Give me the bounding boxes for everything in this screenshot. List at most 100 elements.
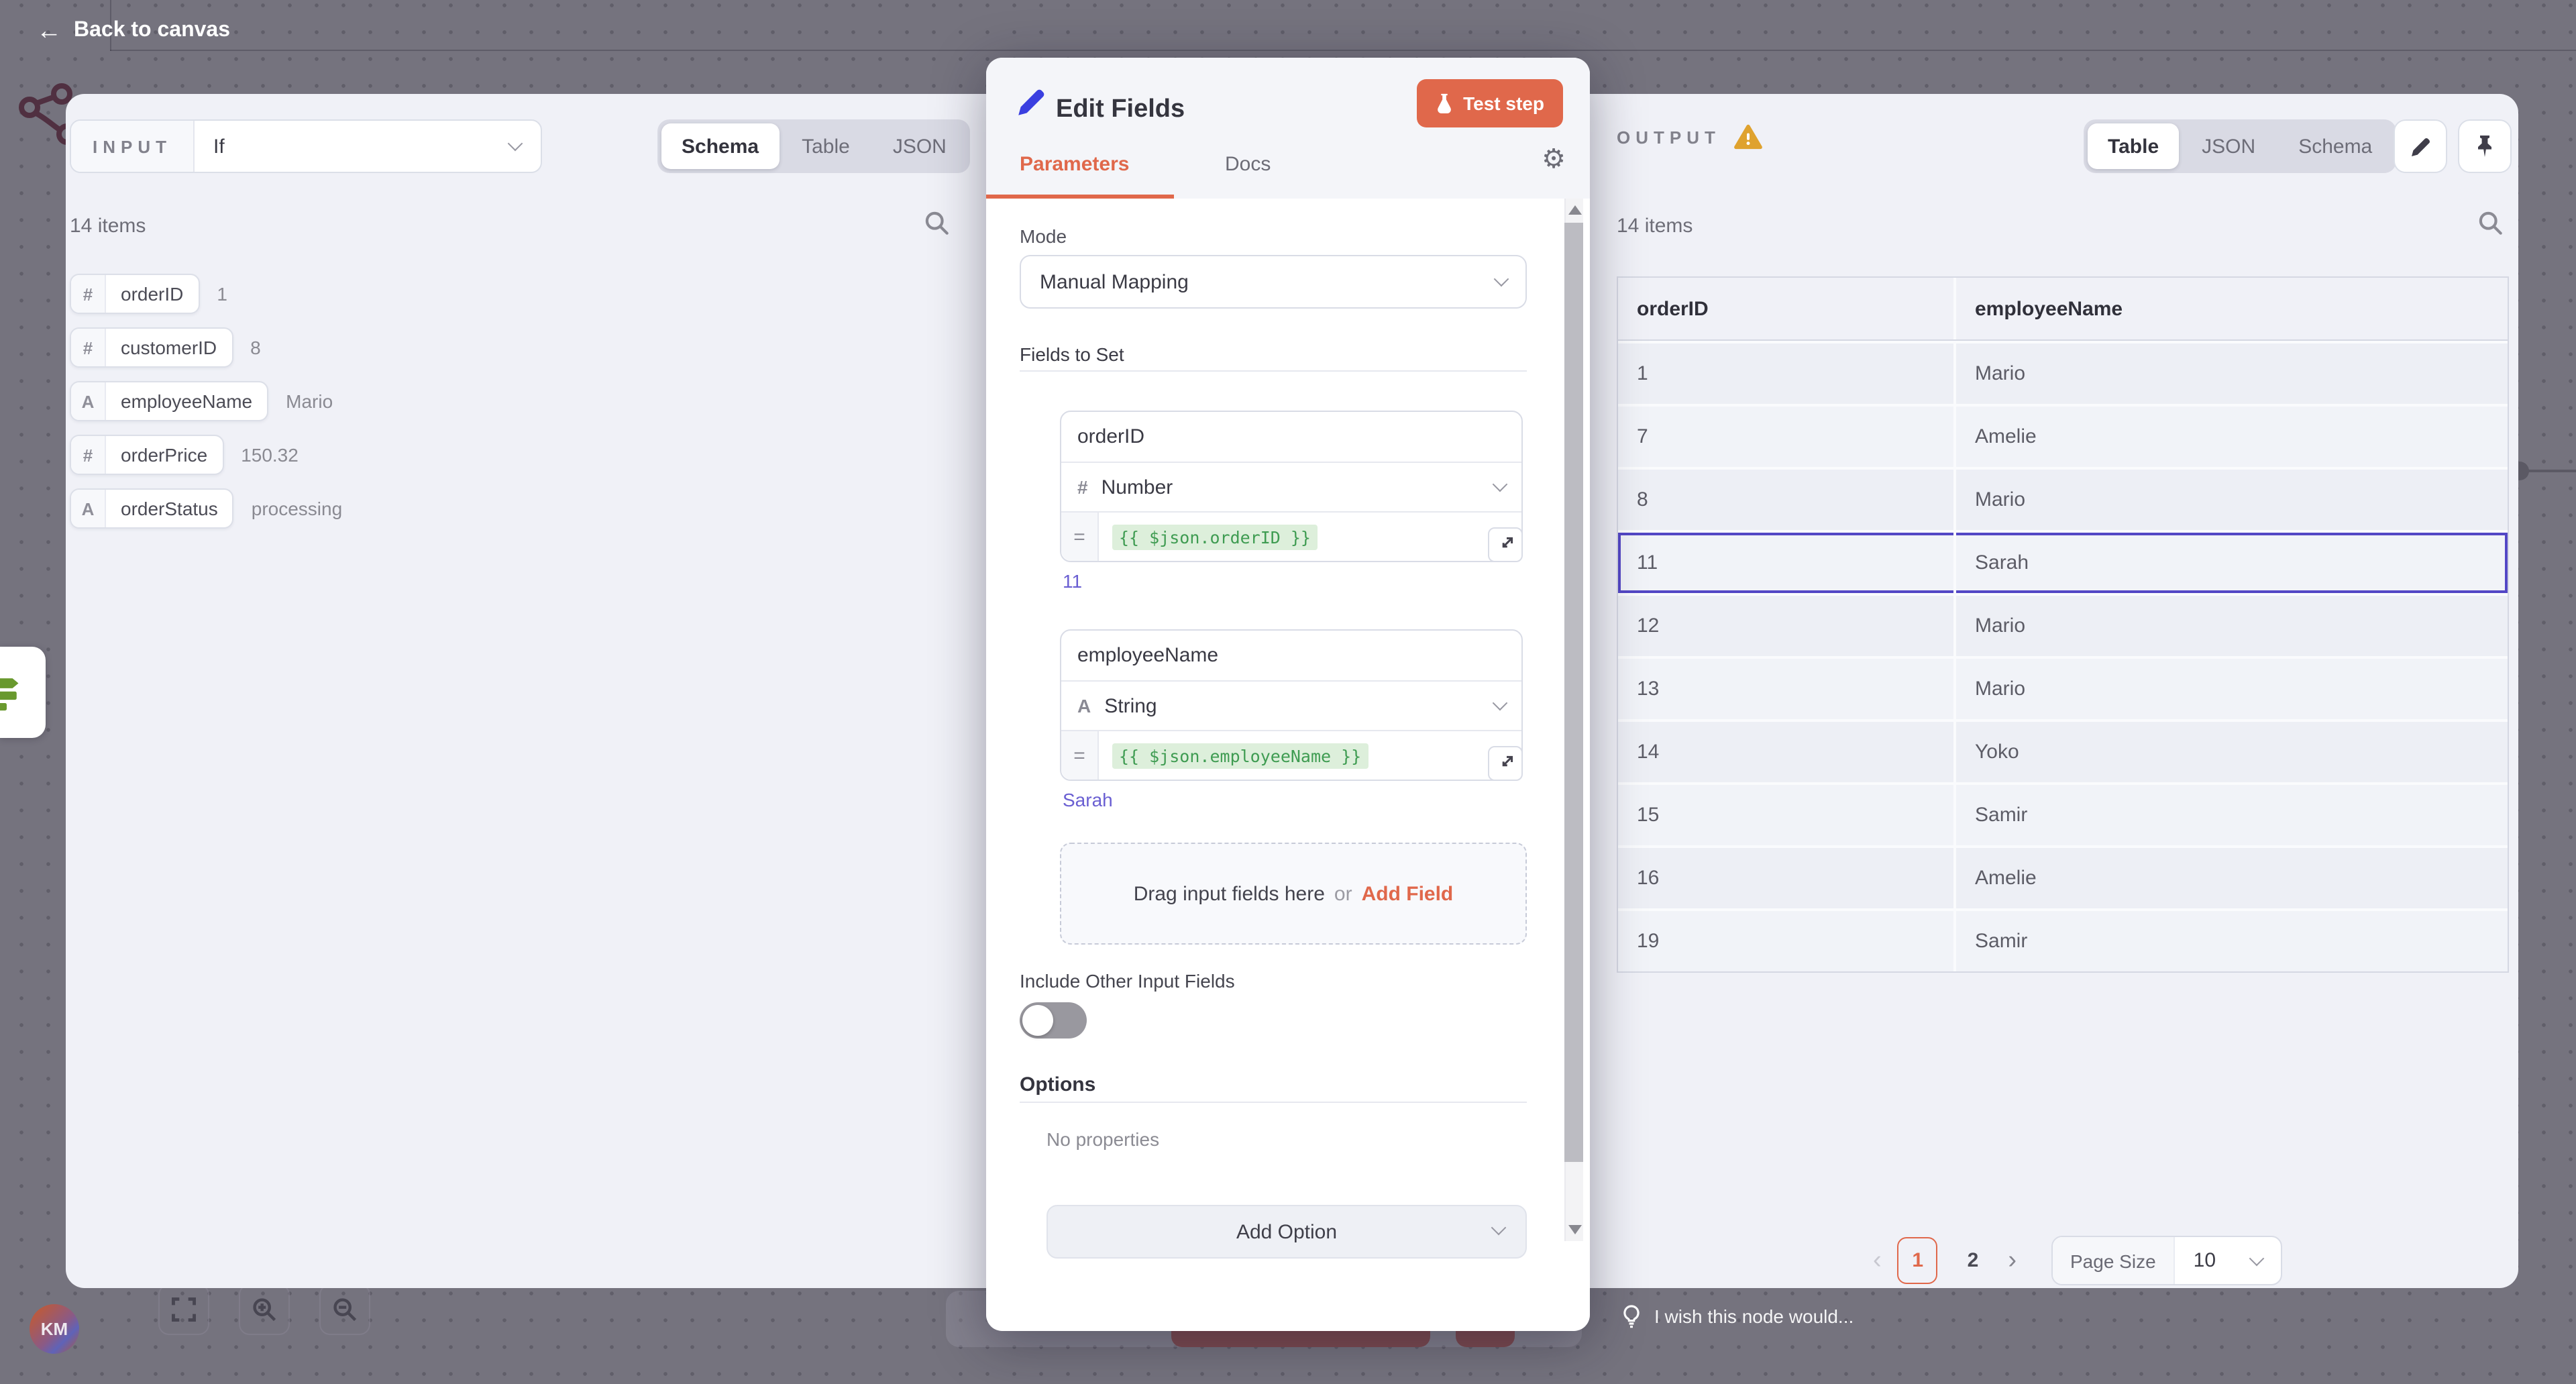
output-tab-schema[interactable]: Schema	[2278, 123, 2392, 169]
add-field-button[interactable]: Add Field	[1362, 882, 1454, 905]
expand-expression-icon	[1497, 755, 1513, 771]
edit-fields-node-icon	[1016, 86, 1048, 118]
expression-input[interactable]: {{ $json.orderID }}	[1099, 513, 1318, 561]
page-size-value: 10	[2194, 1249, 2216, 1272]
string-type-icon: A	[71, 490, 106, 527]
back-to-canvas-label: Back to canvas	[74, 19, 230, 43]
mode-select[interactable]: Manual Mapping	[1020, 255, 1527, 309]
output-tab-json[interactable]: JSON	[2182, 123, 2275, 169]
field-card-employeename: employeeName A String = {{ $json.employe…	[1060, 629, 1523, 781]
modal-scrollbar-thumb[interactable]	[1564, 223, 1583, 1162]
edit-output-button[interactable]	[2394, 119, 2447, 173]
pagination-page-2[interactable]: 2	[1968, 1249, 1979, 1272]
table-row: 16 Amelie	[1618, 845, 2508, 908]
cell-orderid: 14	[1618, 722, 1956, 782]
tab-docs[interactable]: Docs	[1225, 153, 1271, 176]
cell-orderid: 1	[1618, 343, 1956, 404]
avatar[interactable]: KM	[30, 1304, 79, 1354]
add-option-select[interactable]: Add Option	[1046, 1205, 1527, 1259]
pagination-prev-icon[interactable]: ‹	[1873, 1246, 1882, 1275]
table-row: 7 Amelie	[1618, 404, 2508, 467]
input-node-selector[interactable]: INPUT If	[70, 119, 542, 173]
field-card-orderid: orderID # Number = {{ $json.orderID }}	[1060, 411, 1523, 562]
zoom-in-button[interactable]	[239, 1284, 290, 1335]
zoom-to-fit-button[interactable]	[158, 1284, 209, 1335]
schema-field-row: A orderStatus processing	[70, 488, 342, 529]
if-node-icon	[0, 672, 39, 712]
modal-header: Edit Fields Test step Parameters Docs ⚙	[986, 58, 1590, 199]
schema-field-value: 150.32	[241, 444, 299, 466]
page-size-label: Page Size	[2053, 1237, 2175, 1284]
mode-label: Mode	[1020, 225, 1067, 247]
expression-input[interactable]: {{ $json.employeeName }}	[1099, 731, 1368, 780]
test-step-button[interactable]: Test step	[1416, 79, 1563, 127]
field-type-select[interactable]: # Number	[1061, 463, 1521, 513]
input-node-stub-if[interactable]	[0, 647, 46, 738]
page-size-select[interactable]: Page Size 10	[2051, 1236, 2282, 1285]
avatar-initials: KM	[41, 1319, 68, 1339]
top-bar: ← Back to canvas	[0, 0, 2576, 62]
schema-field-name: customerID	[106, 329, 231, 366]
no-properties-label: No properties	[1046, 1128, 1159, 1150]
mode-value: Manual Mapping	[1040, 270, 1189, 293]
field-type-value: Number	[1102, 476, 1173, 498]
output-search-icon[interactable]	[2477, 209, 2505, 237]
cell-orderid: 11	[1618, 533, 1956, 593]
input-tab-table[interactable]: Table	[782, 123, 870, 169]
tab-parameters[interactable]: Parameters	[1020, 153, 1129, 176]
column-header-employeename: employeeName	[1956, 278, 2508, 339]
field-type-value: String	[1104, 694, 1157, 717]
table-row-highlighted: 11 Sarah	[1618, 530, 2508, 593]
output-tab-table[interactable]: Table	[2088, 123, 2179, 169]
table-row: 19 Samir	[1618, 908, 2508, 971]
pin-data-button[interactable]	[2458, 119, 2512, 173]
chevron-down-icon	[1494, 272, 1509, 287]
number-type-icon: #	[71, 436, 106, 474]
zoom-out-button[interactable]	[319, 1284, 370, 1335]
schema-field-pill-orderstatus[interactable]: A orderStatus	[70, 488, 234, 529]
divider	[1020, 370, 1527, 372]
open-expression-editor-button[interactable]	[1488, 527, 1523, 562]
field-type-select[interactable]: A String	[1061, 682, 1521, 731]
field-name-input[interactable]: employeeName	[1061, 631, 1521, 682]
node-feedback-prompt[interactable]: I wish this node would...	[1621, 1304, 1854, 1328]
schema-field-row: # orderID 1	[70, 274, 342, 314]
open-expression-editor-button[interactable]	[1488, 746, 1523, 781]
cell-orderid: 13	[1618, 659, 1956, 719]
input-view-tabs: Schema Table JSON	[657, 119, 971, 173]
modal-title: Edit Fields	[1056, 95, 1185, 125]
cell-employeename: Samir	[1956, 785, 2508, 845]
zoom-in-icon	[251, 1296, 278, 1323]
pagination-next-icon[interactable]: ›	[2008, 1246, 2017, 1275]
schema-field-name: orderPrice	[106, 436, 222, 474]
cell-employeename: Yoko	[1956, 722, 2508, 782]
table-row: 1 Mario	[1618, 341, 2508, 404]
zoom-out-icon	[331, 1296, 358, 1323]
schema-field-pill-orderid[interactable]: # orderID	[70, 274, 199, 314]
expression-value: {{ $json.orderID }}	[1112, 524, 1318, 549]
schema-field-pill-customerid[interactable]: # customerID	[70, 327, 233, 368]
lightbulb-icon	[1621, 1304, 1642, 1328]
warning-icon	[1734, 123, 1764, 150]
cell-orderid: 8	[1618, 470, 1956, 530]
cell-employeename: Samir	[1956, 911, 2508, 971]
drag-input-fields-dropzone[interactable]: Drag input fields here or Add Field	[1060, 843, 1527, 945]
scroll-up-arrow-icon[interactable]	[1568, 205, 1582, 215]
expression-value: {{ $json.employeeName }}	[1112, 743, 1368, 768]
cell-employeename: Sarah	[1956, 533, 2508, 593]
schema-field-pill-employeename[interactable]: A employeeName	[70, 381, 268, 421]
input-search-icon[interactable]	[923, 209, 951, 237]
include-other-fields-toggle[interactable]	[1020, 1002, 1087, 1039]
scroll-down-arrow-icon[interactable]	[1568, 1225, 1582, 1234]
input-tab-json[interactable]: JSON	[873, 123, 967, 169]
pagination-page-1[interactable]: 1	[1898, 1237, 1938, 1284]
field-name-input[interactable]: orderID	[1061, 412, 1521, 463]
fit-view-icon	[170, 1296, 197, 1323]
back-to-canvas-button[interactable]: ← Back to canvas	[36, 18, 230, 44]
gear-icon[interactable]: ⚙	[1542, 146, 1566, 173]
input-tab-schema[interactable]: Schema	[661, 123, 779, 169]
cell-orderid: 15	[1618, 785, 1956, 845]
schema-field-pill-orderprice[interactable]: # orderPrice	[70, 435, 223, 475]
output-pagination: ‹ 1 2 › Page Size 10	[1873, 1236, 2282, 1285]
number-type-icon: #	[1077, 476, 1088, 498]
